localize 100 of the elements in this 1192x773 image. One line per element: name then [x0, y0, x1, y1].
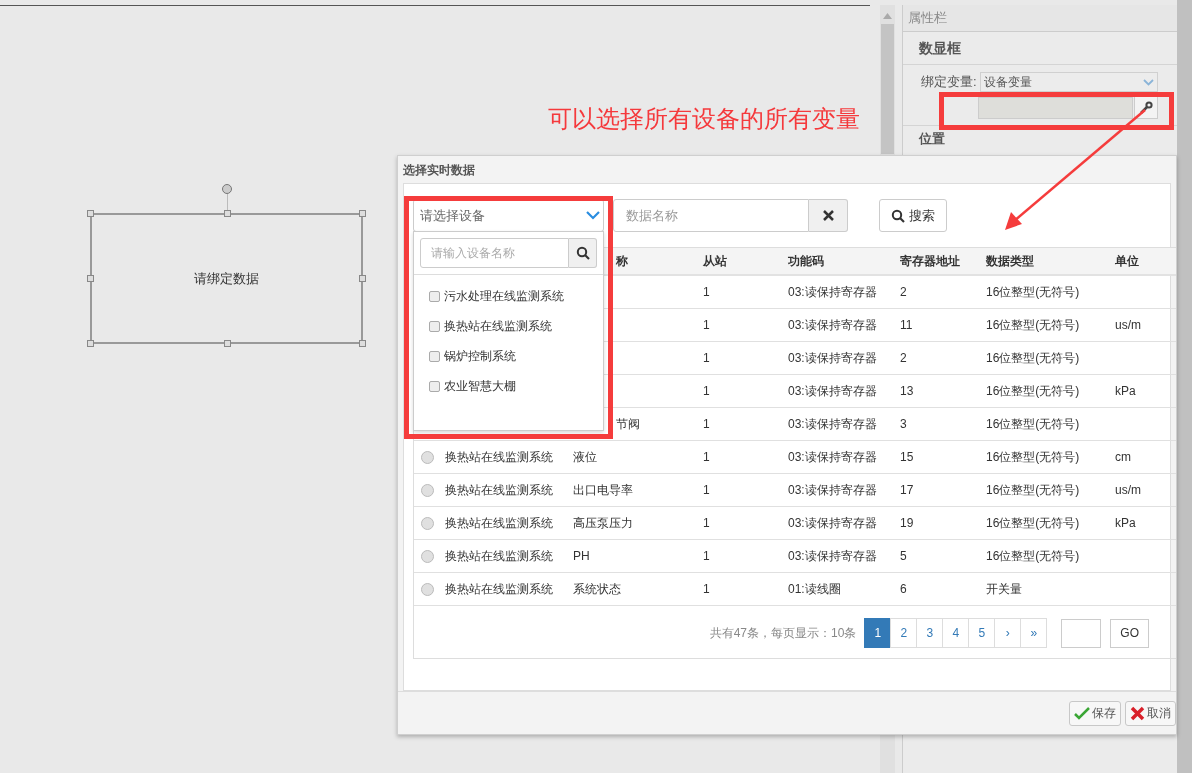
annotation-text: 可以选择所有设备的所有变量 — [548, 104, 860, 134]
go-button[interactable]: GO — [1110, 618, 1149, 648]
clear-button[interactable] — [809, 199, 848, 232]
chevron-down-icon — [586, 211, 600, 220]
table-cell: 03:读保持寄存器 — [788, 318, 877, 332]
resize-handle[interactable] — [359, 275, 366, 282]
column-header: 从站 — [702, 253, 728, 270]
table-cell: 1 — [703, 318, 710, 332]
device-search-button[interactable] — [569, 238, 597, 268]
resize-handle[interactable] — [224, 210, 231, 217]
device-option[interactable]: 锅炉控制系统 — [444, 347, 516, 365]
table-cell: 03:读保持寄存器 — [788, 516, 877, 530]
variable-field[interactable] — [978, 96, 1133, 119]
device-checkbox[interactable] — [429, 290, 440, 302]
check-icon — [1074, 706, 1090, 720]
scrollbar[interactable] — [1177, 0, 1192, 773]
table-cell: 11 — [900, 318, 913, 332]
table-cell: 开关量 — [986, 582, 1022, 596]
table-cell: 03:读保持寄存器 — [788, 384, 877, 398]
cancel-button[interactable]: 取消 — [1125, 700, 1176, 726]
cross-icon — [1130, 705, 1145, 721]
table-cell: 1 — [703, 516, 710, 530]
table-cell: 16位整型(无符号) — [986, 516, 1080, 530]
table-cell: us/m — [1115, 483, 1141, 497]
device-checkbox[interactable] — [429, 380, 440, 392]
resize-handle[interactable] — [224, 340, 231, 347]
page-button[interactable]: 5 — [968, 618, 996, 648]
data-name-field[interactable]: 数据名称 — [613, 199, 809, 232]
table-cell: 16位整型(无符号) — [986, 483, 1080, 497]
table-cell: 19 — [900, 516, 914, 530]
device-checkbox[interactable] — [429, 350, 440, 362]
table-cell: kPa — [1115, 516, 1136, 530]
table-cell: 16位整型(无符号) — [986, 318, 1080, 332]
table-cell: 1 — [703, 417, 710, 431]
column-header: 称 — [616, 253, 629, 270]
table-cell: 换热站在线监测系统 — [445, 483, 553, 497]
device-checkbox[interactable] — [429, 320, 440, 332]
table-cell: 01:读线圈 — [788, 582, 841, 596]
table-cell: cm — [1115, 450, 1131, 464]
table-cell: us/m — [1115, 318, 1141, 332]
bind-select[interactable]: 设备变量 — [979, 72, 1158, 92]
table-cell: 03:读保持寄存器 — [788, 351, 877, 365]
table-cell: 高压泵压力 — [573, 516, 633, 530]
table-cell: 液位 — [573, 450, 597, 464]
row-radio[interactable] — [421, 516, 434, 530]
resize-handle[interactable] — [359, 340, 366, 347]
panel-title: 属性栏 — [908, 9, 947, 28]
row-radio[interactable] — [421, 483, 434, 497]
table-cell: 03:读保持寄存器 — [788, 450, 877, 464]
table-cell: 换热站在线监测系统 — [445, 549, 553, 563]
table-cell: 13 — [900, 384, 914, 398]
device-option[interactable]: 农业智慧大棚 — [444, 377, 516, 395]
page-button[interactable]: 4 — [942, 618, 970, 648]
table-cell: 2 — [900, 285, 907, 299]
table-cell: 16位整型(无符号) — [986, 417, 1080, 431]
device-option[interactable]: 污水处理在线监测系统 — [444, 287, 564, 305]
resize-handle[interactable] — [87, 210, 94, 217]
table-cell: 16位整型(无符号) — [986, 384, 1080, 398]
resize-handle[interactable] — [359, 210, 366, 217]
table-cell: 16位整型(无符号) — [986, 285, 1080, 299]
table-cell: 3 — [900, 417, 907, 431]
table-cell: 5 — [900, 549, 907, 563]
row-radio[interactable] — [421, 582, 434, 596]
rotate-handle[interactable] — [222, 184, 232, 194]
table-cell: 节阀 — [616, 417, 640, 431]
pagination-summary: 共有47条，每页显示：10条 — [709, 625, 857, 642]
device-search-field[interactable]: 请输入设备名称 — [420, 238, 569, 268]
section-title: 位置 — [919, 129, 945, 148]
row-radio[interactable] — [421, 549, 434, 563]
page-number-field[interactable] — [1061, 618, 1102, 648]
column-header: 功能码 — [787, 253, 825, 270]
display-widget[interactable]: 请绑定数据 — [90, 213, 363, 344]
row-radio[interactable] — [421, 450, 434, 464]
column-header: 寄存器地址 — [899, 253, 961, 270]
table-cell: 1 — [703, 549, 710, 563]
chevron-down-icon — [1142, 78, 1154, 86]
resize-handle[interactable] — [87, 340, 94, 347]
table-cell: 换热站在线监测系统 — [445, 582, 553, 596]
table-cell: 03:读保持寄存器 — [788, 285, 877, 299]
page-button[interactable]: » — [1020, 618, 1048, 648]
page-button[interactable]: 2 — [890, 618, 918, 648]
resize-handle[interactable] — [87, 275, 94, 282]
search-icon — [891, 208, 905, 223]
table-cell: 03:读保持寄存器 — [788, 549, 877, 563]
page-button[interactable]: › — [994, 618, 1022, 648]
scroll-up-icon[interactable] — [883, 13, 892, 19]
table-cell: 03:读保持寄存器 — [788, 483, 877, 497]
scrollbar-thumb[interactable] — [881, 24, 894, 154]
table-cell: kPa — [1115, 384, 1136, 398]
table-cell: 1 — [703, 384, 710, 398]
save-button[interactable]: 保存 — [1069, 700, 1121, 726]
page-button[interactable]: 1 — [864, 618, 892, 648]
table-cell: 17 — [900, 483, 914, 497]
page-button[interactable]: 3 — [916, 618, 944, 648]
search-button[interactable]: 搜索 — [879, 199, 947, 232]
table-cell: 出口电导率 — [573, 483, 633, 497]
device-option[interactable]: 换热站在线监测系统 — [444, 317, 552, 335]
table-cell: 1 — [703, 483, 710, 497]
close-icon — [822, 210, 834, 221]
search-icon — [575, 246, 590, 260]
